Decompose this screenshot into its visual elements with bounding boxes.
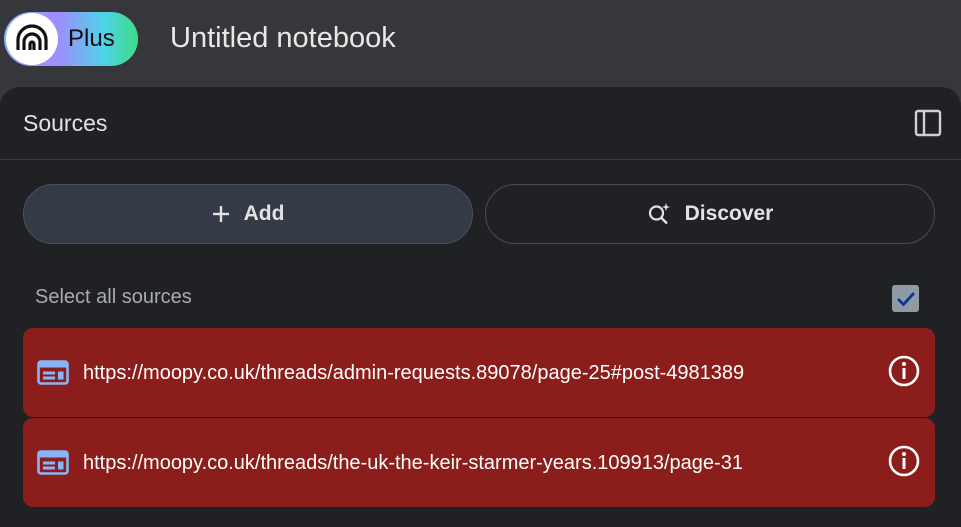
web-source-icon [37, 360, 69, 385]
checkmark-icon [896, 291, 915, 307]
collapse-panel-button[interactable] [913, 108, 943, 138]
source-url: https://moopy.co.uk/threads/the-uk-the-k… [83, 452, 743, 474]
sources-panel: Sources Add Discover Select all sources [0, 87, 961, 527]
web-source-icon [37, 450, 69, 475]
info-icon[interactable] [887, 354, 921, 388]
notebooklm-logo-icon [6, 13, 58, 65]
source-item[interactable]: https://moopy.co.uk/threads/admin-reques… [23, 328, 935, 417]
source-url: https://moopy.co.uk/threads/admin-reques… [83, 362, 745, 384]
discover-button[interactable]: Discover [485, 184, 935, 244]
notebook-title[interactable]: Untitled notebook [170, 22, 396, 55]
select-all-label: Select all sources [35, 286, 192, 308]
plus-badge[interactable]: Plus [4, 12, 138, 66]
panel-title: Sources [23, 110, 108, 136]
sources-panel-header: Sources [0, 87, 961, 160]
panel-collapse-icon [914, 109, 942, 137]
source-item[interactable]: https://moopy.co.uk/threads/the-uk-the-k… [23, 418, 935, 507]
plus-icon [212, 206, 229, 222]
select-all-checkbox[interactable] [892, 285, 919, 312]
add-source-button[interactable]: Add [23, 184, 473, 244]
add-button-label: Add [243, 202, 285, 225]
top-bar: Plus Untitled notebook [0, 0, 961, 86]
info-icon[interactable] [887, 444, 921, 478]
discover-button-label: Discover [684, 202, 774, 225]
discover-sparkle-search-icon [648, 203, 670, 225]
plan-label: Plus [68, 25, 115, 52]
